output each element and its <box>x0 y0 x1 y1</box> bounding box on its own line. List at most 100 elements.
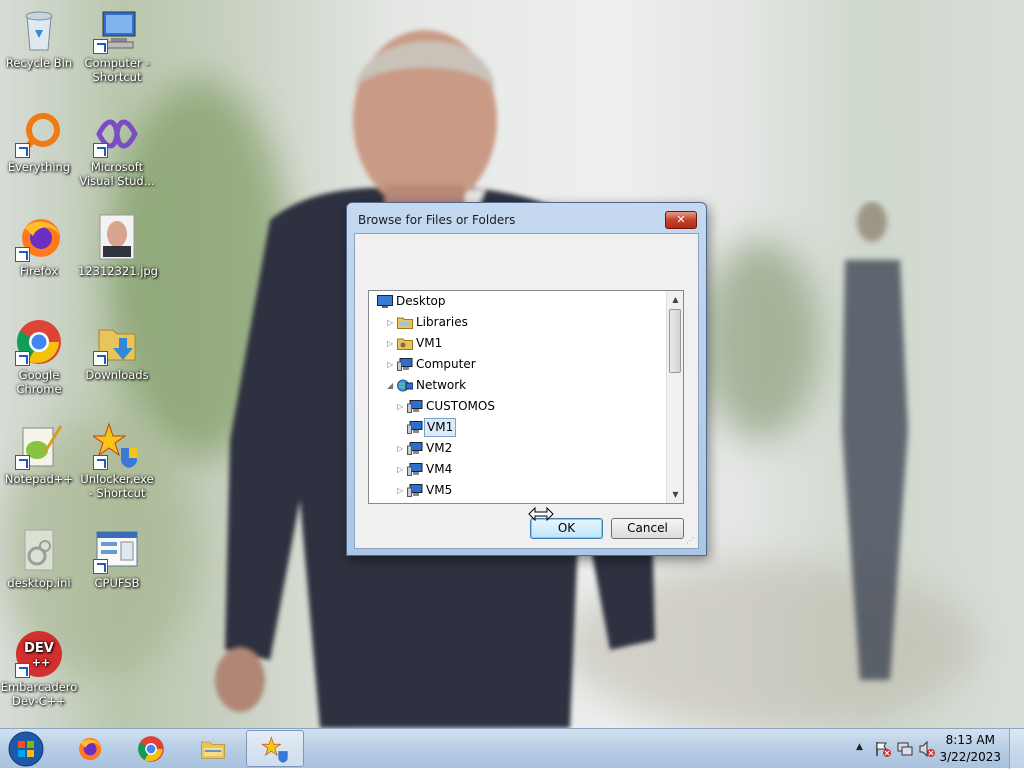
taskbar: ▲ 8:13 AM 3/22/2023 <box>0 728 1024 769</box>
expand-arrow-icon[interactable]: ▷ <box>397 481 407 500</box>
firefox-icon <box>15 214 63 262</box>
desktop-icon-recycle-bin[interactable]: Recycle Bin <box>0 6 78 70</box>
taskbar-firefox[interactable] <box>60 730 118 767</box>
start-button[interactable] <box>6 731 46 767</box>
taskbar-chrome[interactable] <box>122 730 180 767</box>
scroll-down-icon[interactable]: ▼ <box>667 486 683 503</box>
desktop-icon-google-chrome[interactable]: Google Chrome <box>0 318 78 396</box>
desktop-icon-cpufsb[interactable]: CPUFSB <box>78 526 156 590</box>
show-hidden-icons-icon[interactable]: ▲ <box>856 742 868 754</box>
tree-item[interactable]: ▷ CUSTOMOS <box>369 397 665 416</box>
tree-item-label: VM5 <box>426 483 453 497</box>
desktop-icon-label: Embarcadero Dev-C++ <box>0 680 78 708</box>
tree-item[interactable]: ▷ VM5 <box>369 481 665 500</box>
tree-item-label: Network <box>416 378 467 392</box>
close-icon: ✕ <box>676 213 686 226</box>
desktop-icon-label: 12312321.jpg <box>78 264 158 278</box>
tree-item-label: CUSTOMOS <box>426 399 495 413</box>
resize-grip-icon[interactable]: ⋰ <box>686 536 696 546</box>
svg-text:++: ++ <box>32 656 50 669</box>
expanded-arrow-icon[interactable]: ◢ <box>387 376 397 395</box>
tree-item-label: VM1 <box>424 418 457 437</box>
close-button[interactable]: ✕ <box>665 211 697 229</box>
system-tray: ▲ 8:13 AM 3/22/2023 <box>834 729 1024 769</box>
desktop-icon-unlocker[interactable]: Unlocker.exe - Shortcut <box>78 422 156 500</box>
expand-arrow-icon[interactable]: ▷ <box>387 334 397 353</box>
tree-item[interactable]: ▷ VM1 <box>369 334 665 353</box>
image-file-icon <box>93 214 141 262</box>
desktop-icon-label: Downloads <box>85 368 149 382</box>
expand-arrow-icon[interactable]: ▷ <box>397 439 407 458</box>
desktop-icon-firefox[interactable]: Firefox <box>0 214 78 278</box>
everything-icon <box>15 110 63 158</box>
network-computer-icon <box>407 400 423 413</box>
scroll-thumb[interactable] <box>669 309 681 373</box>
browse-dialog: Browse for Files or Folders ✕ Desktop ▷ Li… <box>346 202 707 556</box>
tree-item[interactable]: ▷ VM4 <box>369 460 665 479</box>
desktop-icon-computer-shortcut[interactable]: Computer - Shortcut <box>78 6 156 84</box>
taskbar-unlocker[interactable] <box>246 730 304 767</box>
wallpaper-tree-right <box>700 240 820 440</box>
tree-item[interactable]: ▷ VM2 <box>369 439 665 458</box>
dialog-title: Browse for Files or Folders <box>358 213 516 227</box>
expand-arrow-icon[interactable]: ▷ <box>387 313 397 332</box>
desktop-icon-everything[interactable]: Everything <box>0 110 78 174</box>
tree-item-label: Desktop <box>396 294 446 308</box>
ini-file-icon <box>15 526 63 574</box>
tree-item[interactable]: VM1 <box>369 418 665 437</box>
desktop-icon-label: Notepad++ <box>4 472 74 486</box>
visual-studio-icon <box>93 110 141 158</box>
folder-tree[interactable]: Desktop ▷ Libraries ▷ VM1 ▷ Computer ◢ Network ▷ C… <box>368 290 684 504</box>
action-center-flag-icon[interactable] <box>874 740 892 758</box>
desktop-icon-label: Everything <box>7 160 71 174</box>
devcpp-icon: DEV ++ <box>15 630 63 678</box>
scroll-up-icon[interactable]: ▲ <box>667 291 683 308</box>
network-computer-icon <box>407 463 423 476</box>
expand-arrow-icon[interactable]: ▷ <box>397 460 407 479</box>
desktop-icon-label: Microsoft Visual Stud... <box>79 160 155 188</box>
cancel-button[interactable]: Cancel <box>611 518 684 539</box>
network-status-icon[interactable] <box>896 740 914 758</box>
desktop-icon-label: Computer - Shortcut <box>84 56 150 84</box>
tree-item-label: VM4 <box>426 462 453 476</box>
shortcut-arrow-icon <box>93 39 108 54</box>
tree-item[interactable]: ◢ Network <box>369 376 665 395</box>
desktop-icon-downloads[interactable]: Downloads <box>78 318 156 382</box>
libraries-icon <box>397 316 413 329</box>
computer-icon <box>397 358 413 371</box>
shortcut-arrow-icon <box>15 143 30 158</box>
expand-arrow-icon[interactable]: ▷ <box>397 397 407 416</box>
shortcut-arrow-icon <box>93 455 108 470</box>
desktop-icon-desktop-ini[interactable]: desktop.ini <box>0 526 78 590</box>
downloads-folder-icon <box>93 318 141 366</box>
expand-arrow-icon[interactable]: ▷ <box>387 355 397 374</box>
desktop-icon-devcpp[interactable]: DEV ++ Embarcadero Dev-C++ <box>0 630 78 708</box>
firefox-icon <box>75 735 103 763</box>
chrome-icon <box>137 735 165 763</box>
dialog-body: Desktop ▷ Libraries ▷ VM1 ▷ Computer ◢ Network ▷ C… <box>354 233 699 549</box>
shortcut-arrow-icon <box>93 351 108 366</box>
shortcut-arrow-icon <box>15 663 30 678</box>
network-computer-icon <box>407 421 423 434</box>
tree-item[interactable]: ▷ Libraries <box>369 313 665 332</box>
volume-muted-icon[interactable] <box>918 740 936 758</box>
tree-item-label: Computer <box>416 357 476 371</box>
taskbar-explorer[interactable] <box>184 730 242 767</box>
wallpaper-background-person <box>830 200 920 700</box>
desktop-icon-label: Firefox <box>19 264 59 278</box>
user-folder-icon <box>397 337 413 350</box>
desktop-icon-label: CPUFSB <box>94 576 140 590</box>
desktop-icon-visual-studio[interactable]: Microsoft Visual Stud... <box>78 110 156 188</box>
show-desktop-button[interactable] <box>1009 729 1024 769</box>
clock-time[interactable]: 8:13 AM <box>946 733 995 747</box>
clock-date[interactable]: 3/22/2023 <box>939 750 1001 764</box>
desktop-icon-image-file[interactable]: 12312321.jpg <box>78 214 158 278</box>
shortcut-arrow-icon <box>15 247 30 262</box>
folder-icon <box>199 735 227 763</box>
tree-item[interactable]: Desktop <box>369 292 665 311</box>
notepadpp-icon <box>15 422 63 470</box>
desktop-icon-label: Recycle Bin <box>5 56 73 70</box>
desktop-icon-notepadpp[interactable]: Notepad++ <box>0 422 78 486</box>
tree-item[interactable]: ▷ Computer <box>369 355 665 374</box>
tree-scrollbar[interactable]: ▲ ▼ <box>666 291 683 503</box>
